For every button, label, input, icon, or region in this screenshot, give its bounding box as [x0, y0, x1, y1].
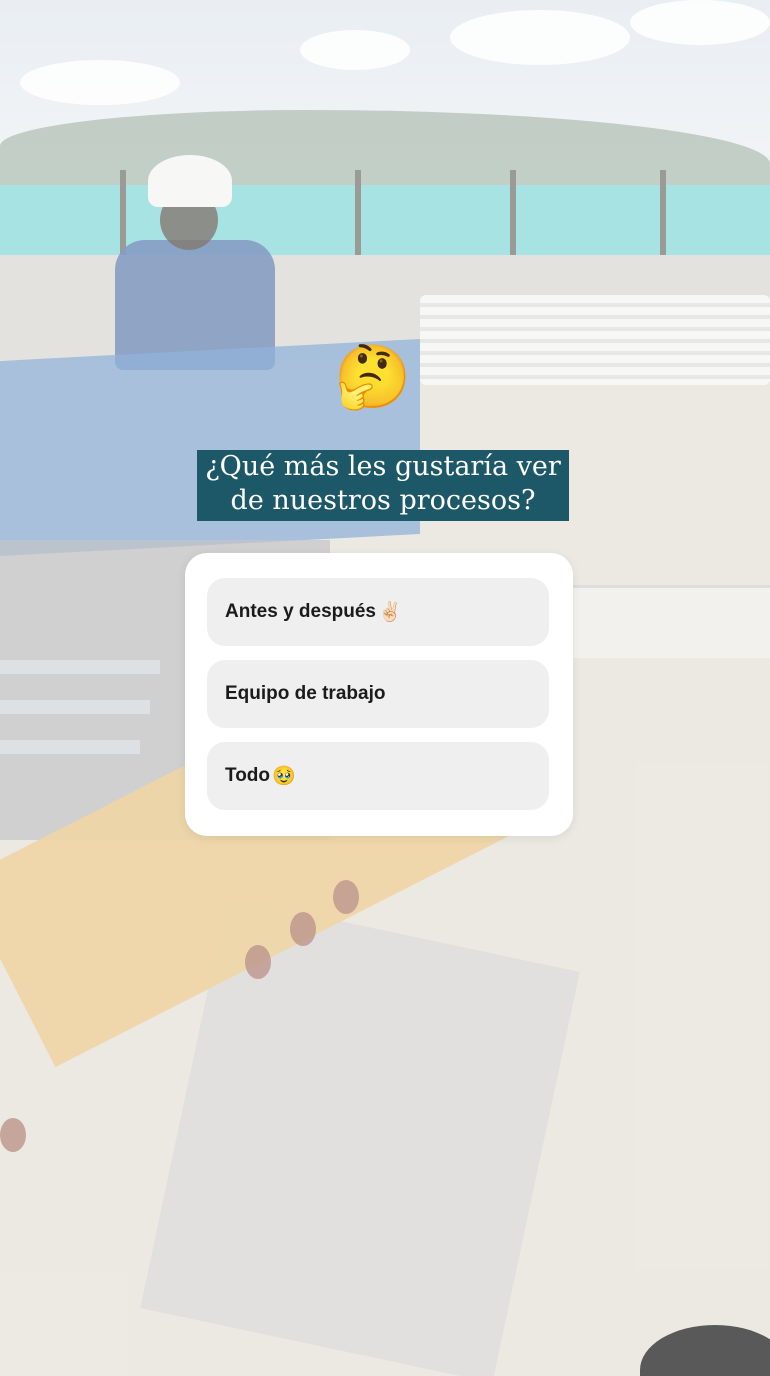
question-line-1: ¿Qué más les gustaría ver	[205, 451, 561, 482]
question-line-2: de nuestros procesos?	[230, 485, 536, 516]
poll-card: Antes y después ✌🏻 Equipo de trabajo Tod…	[185, 553, 573, 836]
poll-option-label: Equipo de trabajo	[225, 683, 386, 704]
poll-option-antes-y-despues[interactable]: Antes y después ✌🏻	[207, 578, 549, 646]
poll-option-equipo-de-trabajo[interactable]: Equipo de trabajo	[207, 660, 549, 728]
poll-option-label: Todo	[225, 765, 271, 786]
poll-option-label: Antes y después	[225, 601, 376, 622]
poll-option-todo[interactable]: Todo 🥹	[207, 742, 549, 810]
victory-hand-icon: ✌🏻	[378, 602, 402, 623]
question-text: ¿Qué más les gustaría ver de nuestros pr…	[197, 450, 569, 521]
thinking-face-icon: 🤔	[334, 343, 412, 412]
pleading-face-icon: 🥹	[272, 766, 296, 787]
